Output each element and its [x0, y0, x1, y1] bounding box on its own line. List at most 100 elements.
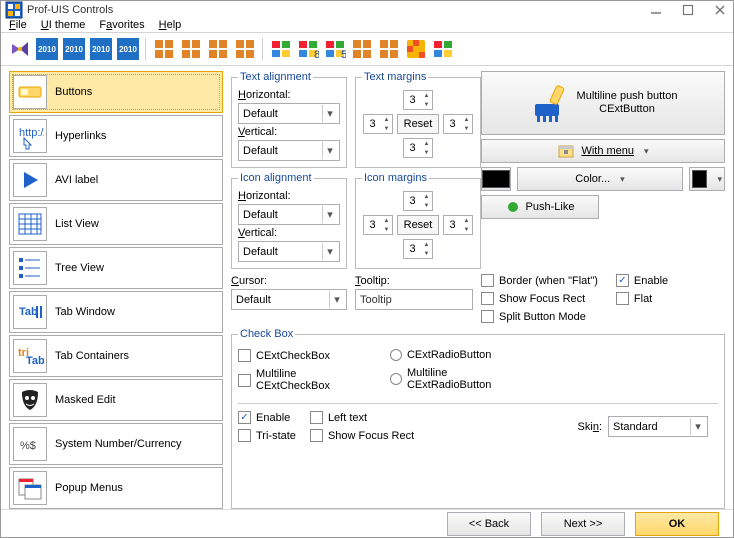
cb-tristate[interactable] [238, 429, 251, 442]
sidebar-item-listview[interactable]: List View [9, 203, 223, 245]
color-button[interactable]: Color...▾ [517, 167, 683, 191]
tabcontainers-icon: triTab [13, 339, 47, 373]
multiline-push-button[interactable]: Multiline push buttonCExtButton [481, 71, 725, 135]
toolbar-2010-2[interactable]: 2010 [61, 36, 87, 62]
cextradiobutton[interactable] [390, 349, 402, 361]
multiline-cextcheckbox-label: MultilineCExtCheckBox [256, 368, 330, 392]
sidebar-item-hyperlinks[interactable]: http:// Hyperlinks [9, 115, 223, 157]
text-align-vertical[interactable]: Default▾ [238, 140, 340, 161]
cursor-combo[interactable]: Default▾ [231, 289, 347, 310]
svg-text:8: 8 [314, 49, 319, 60]
toolbar-office-1[interactable] [151, 36, 177, 62]
sidebar-item-label: Tab Window [55, 306, 115, 318]
toolbar-win-4[interactable] [430, 36, 456, 62]
menu-help[interactable]: Help [159, 19, 182, 31]
ok-button[interactable]: OK [635, 512, 719, 536]
sidebar-item-tabwindow[interactable]: Tab Tab Window [9, 291, 223, 333]
tooltip-input[interactable]: Tooltip [355, 289, 473, 310]
enable-checkbox[interactable]: ✓ [616, 274, 629, 287]
color-swatch-icon [482, 170, 510, 188]
toolbar-office-6[interactable] [376, 36, 402, 62]
toolbar-office-2[interactable] [178, 36, 204, 62]
push-like-button[interactable]: Push-Like [481, 195, 599, 219]
toolbar-win-3[interactable]: 5 [322, 36, 348, 62]
buttons-icon [13, 75, 47, 109]
back-button[interactable]: << Back [447, 512, 531, 536]
text-margin-left[interactable]: 3▲▼ [363, 114, 393, 134]
icon-margin-bottom[interactable]: 3▲▼ [403, 239, 433, 259]
flat-checkbox[interactable] [616, 292, 629, 305]
minimize-icon[interactable] [649, 3, 663, 17]
color-swatch-icon [692, 170, 707, 188]
text-margin-top[interactable]: 3▲▼ [403, 90, 433, 110]
menu-uitheme[interactable]: UI theme [41, 19, 86, 31]
chevron-down-icon: ▾ [322, 243, 337, 260]
content: Buttons http:// Hyperlinks AVI label Lis… [1, 67, 733, 509]
text-margin-right[interactable]: 3▲▼ [443, 114, 473, 134]
sidebar-item-label: System Number/Currency [55, 438, 182, 450]
menu-file[interactable]: File [9, 19, 27, 31]
toolbar-puzzle-icon[interactable] [403, 36, 429, 62]
treeview-icon [13, 251, 47, 285]
listview-icon [13, 207, 47, 241]
sidebar-item-buttons[interactable]: Buttons [9, 71, 223, 113]
skin-combo[interactable]: Standard▾ [608, 416, 708, 437]
flat-label: Flat [634, 293, 652, 305]
toolbar-win-2[interactable]: 8 [295, 36, 321, 62]
multiline-cextcheckbox[interactable] [238, 374, 251, 387]
icon-margin-right[interactable]: 3▲▼ [443, 215, 473, 235]
popupmenus-icon [13, 471, 47, 505]
focus-rect-checkbox[interactable] [481, 292, 494, 305]
border-checkbox[interactable] [481, 274, 494, 287]
toolbar-office-5[interactable] [349, 36, 375, 62]
cb-showfocus-label: Show Focus Rect [328, 430, 414, 442]
sidebar-item-currency[interactable]: %$ System Number/Currency [9, 423, 223, 465]
cb-tristate-label: Tri-state [256, 430, 296, 442]
icon-margin-left[interactable]: 3▲▼ [363, 215, 393, 235]
text-margin-bottom[interactable]: 3▲▼ [403, 138, 433, 158]
icon-align-vertical[interactable]: Default▾ [238, 241, 340, 262]
tooltip-label: Tooltip: [355, 275, 473, 287]
color-swatch-right[interactable]: ▾ [689, 167, 725, 191]
toolbar-2010-4[interactable]: 2010 [115, 36, 141, 62]
skin-label: Skin: [578, 421, 602, 433]
icon-align-horizontal[interactable]: Default▾ [238, 204, 340, 225]
cb-lefttext-label: Left text [328, 412, 367, 424]
cursor-label: Cursor: [231, 275, 347, 287]
close-icon[interactable] [713, 3, 727, 17]
toolbar-vs-icon[interactable] [7, 36, 33, 62]
chevron-down-icon: ▾ [322, 105, 337, 122]
toolbar: 2010 2010 2010 2010 8 5 [1, 34, 733, 64]
toolbar-office-3[interactable] [205, 36, 231, 62]
with-menu-button[interactable]: With menu▾ [481, 139, 725, 163]
sidebar-item-tabcontainers[interactable]: triTab Tab Containers [9, 335, 223, 377]
cextcheckbox[interactable] [238, 349, 251, 362]
icon-margins-reset-button[interactable]: Reset [397, 215, 439, 235]
cb-showfocus[interactable] [310, 429, 323, 442]
legend: Check Box [238, 328, 295, 340]
icon-margin-top[interactable]: 3▲▼ [403, 191, 433, 211]
cb-enable[interactable]: ✓ [238, 411, 251, 424]
text-alignment-group: Text alignment Horizontal: Default▾ Vert… [231, 71, 347, 168]
toolbar-office-4[interactable] [232, 36, 258, 62]
split-mode-checkbox[interactable] [481, 310, 494, 323]
menu-favorites[interactable]: Favorites [99, 19, 144, 31]
sidebar-item-popupmenus[interactable]: Popup Menus [9, 467, 223, 509]
sidebar-item-avi[interactable]: AVI label [9, 159, 223, 201]
toolbar-2010-3[interactable]: 2010 [88, 36, 114, 62]
push-like-label: Push-Like [526, 201, 575, 213]
toolbar-win-1[interactable] [268, 36, 294, 62]
sidebar-item-treeview[interactable]: Tree View [9, 247, 223, 289]
cb-lefttext[interactable] [310, 411, 323, 424]
next-button[interactable]: Next >> [541, 512, 625, 536]
maximize-icon[interactable] [681, 3, 695, 17]
main-panel: Text alignment Horizontal: Default▾ Vert… [231, 71, 725, 509]
enable-label: Enable [634, 275, 668, 287]
color-swatch-left[interactable] [481, 167, 511, 191]
text-margins-reset-button[interactable]: Reset [397, 114, 439, 134]
multiline-cextradiobutton[interactable] [390, 373, 402, 385]
sidebar-item-maskededit[interactable]: Masked Edit [9, 379, 223, 421]
toolbar-2010-1[interactable]: 2010 [34, 36, 60, 62]
text-align-horizontal[interactable]: Default▾ [238, 103, 340, 124]
titlebar: Prof-UIS Controls [1, 1, 733, 19]
